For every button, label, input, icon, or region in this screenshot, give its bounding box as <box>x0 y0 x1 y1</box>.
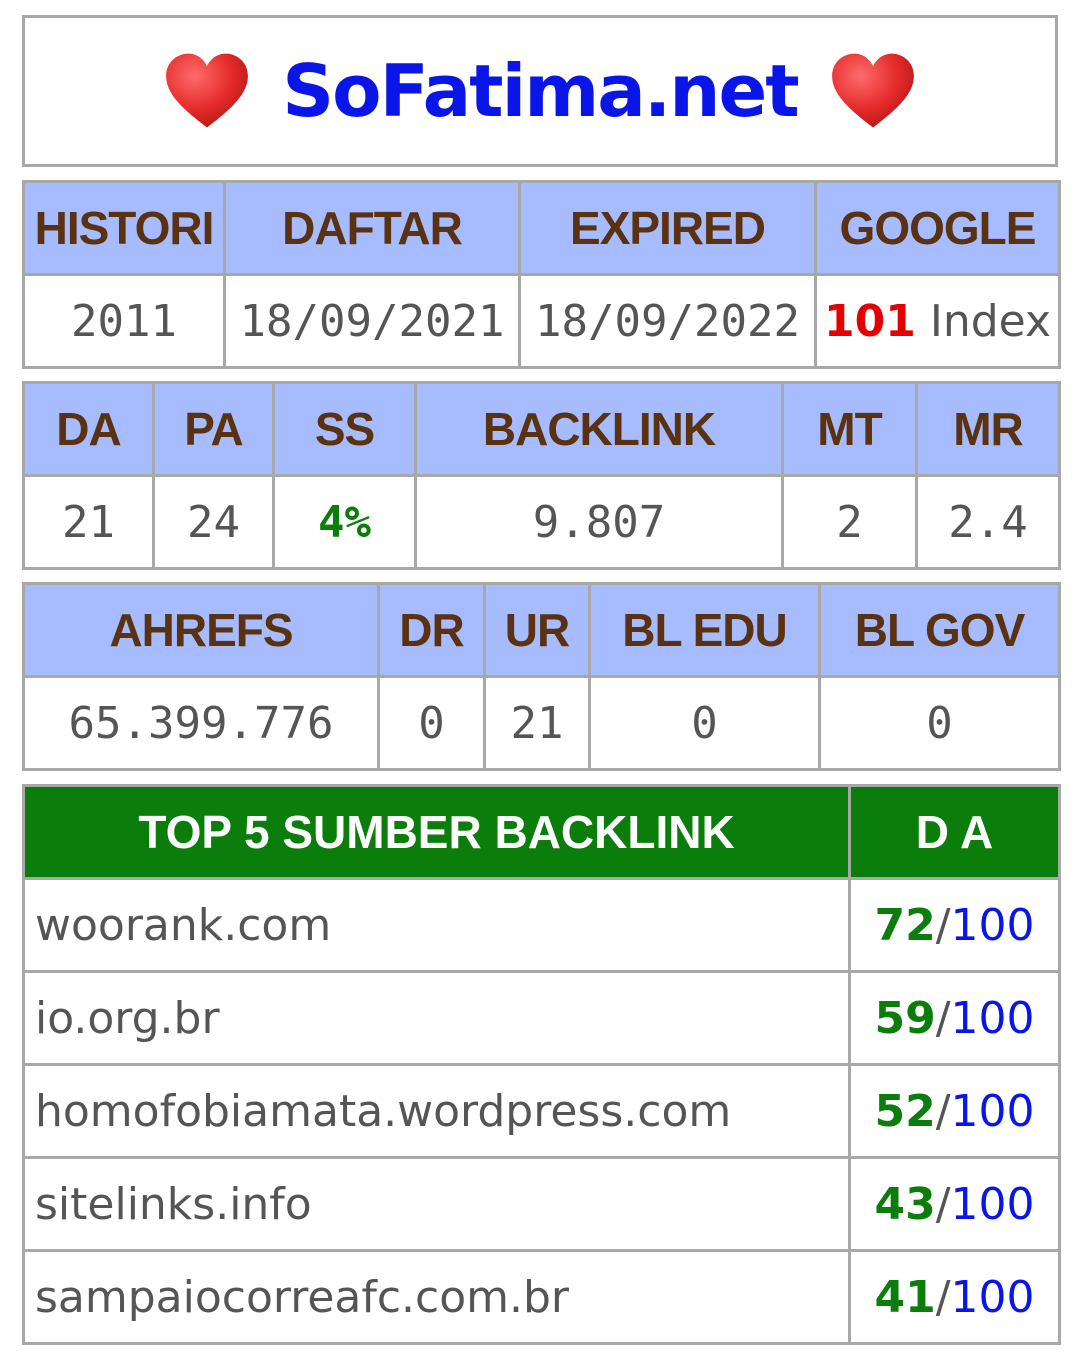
value-pa: 24 <box>152 474 275 570</box>
table-row: io.org.br 59/100 <box>22 970 1061 1066</box>
backlink-domain: io.org.br <box>22 970 851 1066</box>
site-title-box: SoFatima.net <box>22 15 1058 167</box>
table-row: sampaiocorreafc.com.br 41/100 <box>22 1249 1061 1345</box>
google-index-label: Index <box>929 295 1051 347</box>
header-google: GOOGLE <box>814 180 1061 276</box>
site-title: SoFatima.net <box>282 49 799 133</box>
score-value: 41 <box>874 1271 936 1323</box>
google-index-count: 101 <box>824 295 916 347</box>
value-histori: 2011 <box>22 273 226 369</box>
backlink-score: 72/100 <box>848 877 1061 973</box>
value-daftar: 18/09/2021 <box>223 273 521 369</box>
header-ss: SS <box>272 381 417 477</box>
backlink-score: 59/100 <box>848 970 1061 1066</box>
value-ss: 4% <box>272 474 417 570</box>
score-value: 59 <box>874 992 936 1044</box>
header-da: DA <box>22 381 155 477</box>
backlink-domain: homofobiamata.wordpress.com <box>22 1063 851 1159</box>
top-backlinks-table: TOP 5 SUMBER BACKLINK D A woorank.com 72… <box>22 784 1061 1345</box>
header-mt: MT <box>781 381 918 477</box>
score-value: 43 <box>874 1178 936 1230</box>
score-max: 100 <box>950 1085 1035 1137</box>
score-max: 100 <box>950 899 1035 951</box>
score-value: 72 <box>874 899 936 951</box>
ahrefs-table: AHREFS DR UR BL EDU BL GOV 65.399.776 0 … <box>22 582 1061 771</box>
score-separator: / <box>935 899 951 951</box>
value-mt: 2 <box>781 474 918 570</box>
backlink-domain: woorank.com <box>22 877 851 973</box>
value-ahrefs: 65.399.776 <box>22 675 380 771</box>
header-bl-edu: BL EDU <box>588 582 821 678</box>
value-bl-gov: 0 <box>818 675 1061 771</box>
backlink-domain: sitelinks.info <box>22 1156 851 1252</box>
table-row: woorank.com 72/100 <box>22 877 1061 973</box>
value-bl-edu: 0 <box>588 675 821 771</box>
score-max: 100 <box>950 992 1035 1044</box>
score-value: 52 <box>874 1085 936 1137</box>
moz-table: DA PA SS BACKLINK MT MR 21 24 4% 9.807 2… <box>22 381 1061 570</box>
table-row: sitelinks.info 43/100 <box>22 1156 1061 1252</box>
value-ur: 21 <box>483 675 591 771</box>
value-google: 101 Index <box>814 273 1061 369</box>
value-backlink: 9.807 <box>414 474 784 570</box>
backlink-domain: sampaiocorreafc.com.br <box>22 1249 851 1345</box>
header-backlink: BACKLINK <box>414 381 784 477</box>
header-da-score: D A <box>848 784 1061 880</box>
header-mr: MR <box>915 381 1061 477</box>
header-daftar: DAFTAR <box>223 180 521 276</box>
score-separator: / <box>935 1085 951 1137</box>
header-dr: DR <box>377 582 486 678</box>
header-expired: EXPIRED <box>518 180 817 276</box>
value-expired: 18/09/2022 <box>518 273 817 369</box>
history-table: HISTORI DAFTAR EXPIRED GOOGLE 2011 18/09… <box>22 180 1061 369</box>
backlink-score: 41/100 <box>848 1249 1061 1345</box>
header-ahrefs: AHREFS <box>22 582 380 678</box>
score-max: 100 <box>950 1271 1035 1323</box>
value-dr: 0 <box>377 675 486 771</box>
score-separator: / <box>935 1271 951 1323</box>
backlink-score: 43/100 <box>848 1156 1061 1252</box>
score-max: 100 <box>950 1178 1035 1230</box>
table-row: homofobiamata.wordpress.com 52/100 <box>22 1063 1061 1159</box>
header-bl-gov: BL GOV <box>818 582 1061 678</box>
value-da: 21 <box>22 474 155 570</box>
header-histori: HISTORI <box>22 180 226 276</box>
backlink-score: 52/100 <box>848 1063 1061 1159</box>
score-separator: / <box>935 992 951 1044</box>
value-mr: 2.4 <box>915 474 1061 570</box>
header-top-sources: TOP 5 SUMBER BACKLINK <box>22 784 851 880</box>
score-separator: / <box>935 1178 951 1230</box>
header-pa: PA <box>152 381 275 477</box>
heart-icon <box>831 53 914 128</box>
header-ur: UR <box>483 582 591 678</box>
heart-icon <box>166 53 249 128</box>
